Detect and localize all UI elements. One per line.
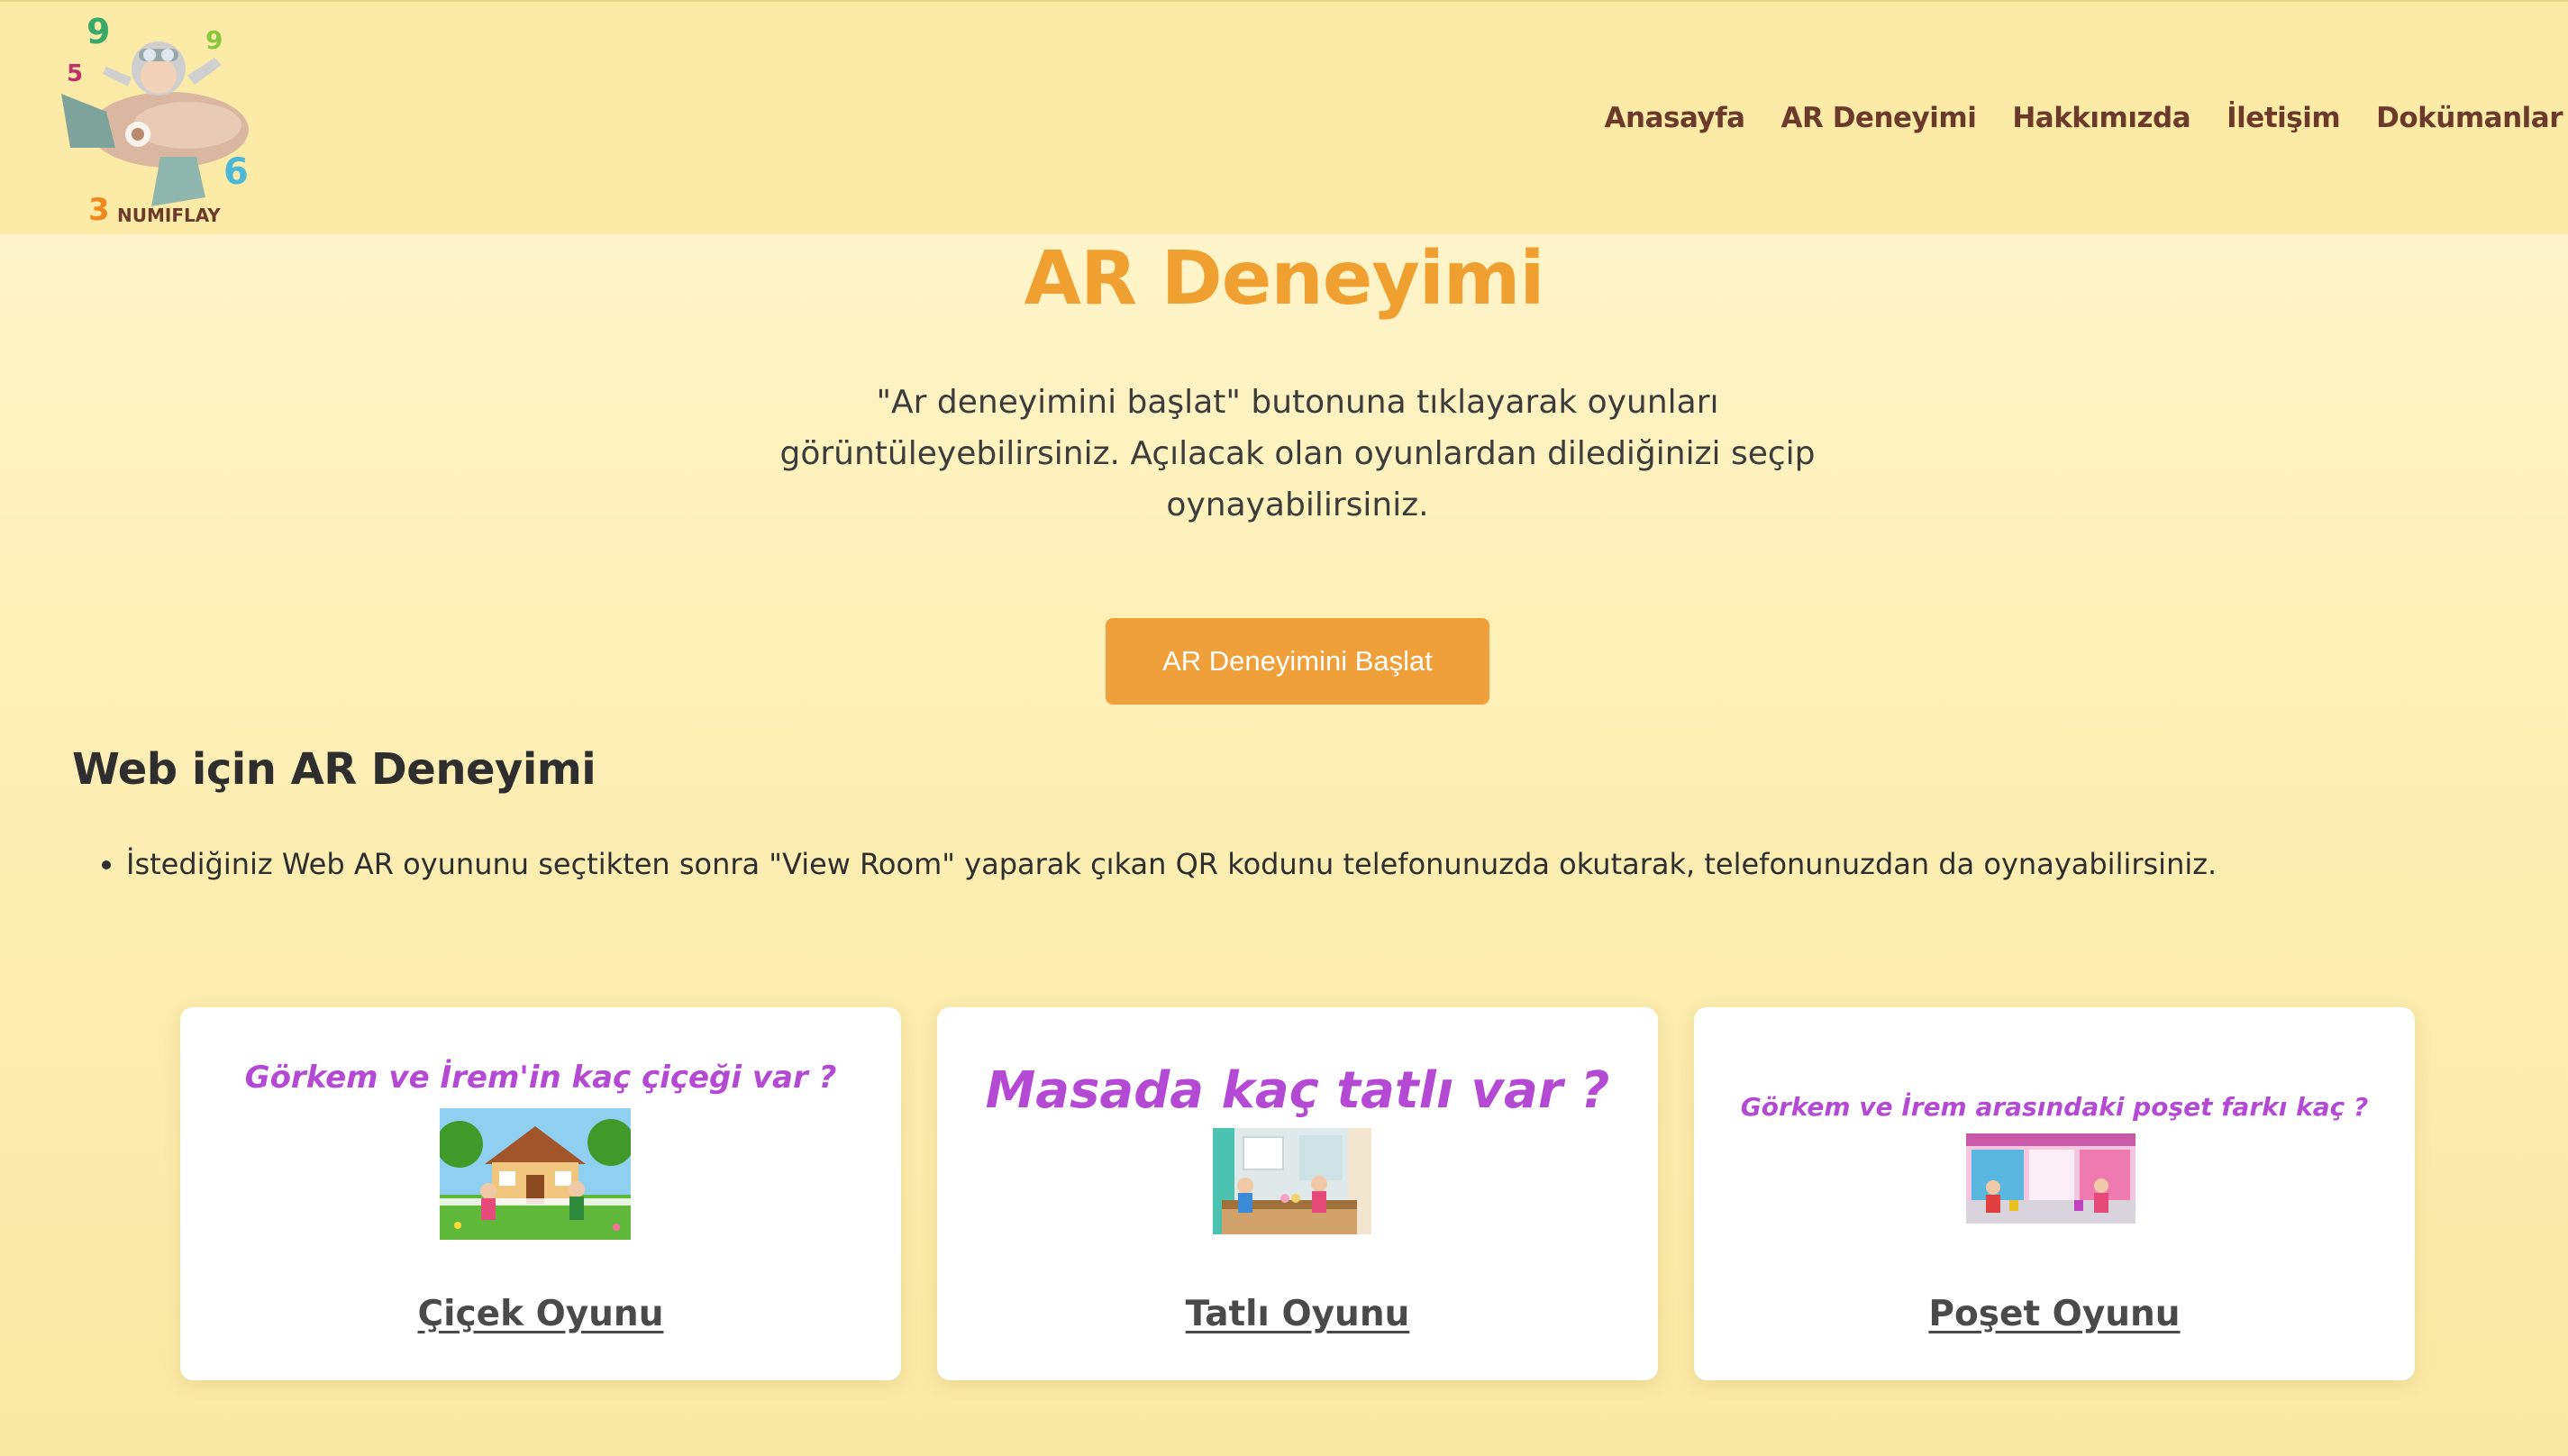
- svg-text:5: 5: [67, 60, 83, 87]
- svg-text:9: 9: [87, 13, 110, 51]
- flower-game-thumbnail[interactable]: [440, 1108, 631, 1240]
- card-caption: Görkem ve İrem'in kaç çiçeği var ?: [244, 1060, 837, 1096]
- bag-game-thumbnail[interactable]: [1966, 1133, 2135, 1224]
- web-ar-section-title: Web için AR Deneyimi: [72, 744, 596, 795]
- web-ar-instructions: İstediğiniz Web AR oyununu seçtikten son…: [126, 847, 2469, 881]
- card-caption: Masada kaç tatlı var ?: [985, 1061, 1610, 1120]
- main-nav: Anasayfa AR Deneyimi Hakkımızda İletişim…: [1605, 96, 2563, 141]
- site-header: 9 5 9 6 3 NUMIFLAY Anasayfa AR Deneyimi …: [0, 0, 2568, 234]
- nav-documents[interactable]: Dokümanlar: [2376, 102, 2563, 134]
- page-title: AR Deneyimi: [1024, 236, 1545, 322]
- nav-home[interactable]: Anasayfa: [1605, 102, 1746, 134]
- start-ar-button[interactable]: AR Deneyimini Başlat: [1106, 618, 1489, 705]
- intro-line-1: "Ar deneyimini başlat" butonuna tıklayar…: [876, 384, 1719, 421]
- dessert-game-thumbnail[interactable]: [1213, 1128, 1371, 1234]
- nav-ar-experience[interactable]: AR Deneyimi: [1781, 102, 1977, 134]
- intro-line-3: oynayabilirsiniz.: [1166, 487, 1429, 523]
- list-item: İstediğiniz Web AR oyununu seçtikten son…: [126, 847, 2469, 881]
- bag-game-link[interactable]: Poşet Oyunu: [1694, 1294, 2415, 1334]
- game-card-flower[interactable]: Görkem ve İrem'in kaç çiçeği var ? Çiçek…: [180, 1007, 901, 1380]
- numiflay-logo[interactable]: 9 5 9 6 3 NUMIFLAY: [52, 12, 269, 229]
- card-caption: Görkem ve İrem arasındaki poşet farkı ka…: [1740, 1092, 2369, 1122]
- svg-text:3: 3: [88, 192, 110, 228]
- nav-about[interactable]: Hakkımızda: [2012, 102, 2190, 134]
- svg-text:6: 6: [223, 151, 249, 193]
- dessert-game-link[interactable]: Tatlı Oyunu: [937, 1294, 1658, 1334]
- intro-text: "Ar deneyimini başlat" butonuna tıklayar…: [775, 377, 1820, 531]
- nav-contact[interactable]: İletişim: [2227, 102, 2341, 134]
- intro-line-2: görüntüleyebilirsiniz. Açılacak olan oyu…: [779, 435, 1816, 472]
- flower-game-link[interactable]: Çiçek Oyunu: [180, 1294, 901, 1334]
- svg-text:9: 9: [205, 25, 223, 55]
- logo-wordmark: NUMIFLAY: [117, 205, 221, 226]
- bag-game-card[interactable]: Görkem ve İrem arasındaki poşet farkı ka…: [1694, 1007, 2415, 1380]
- game-card-dessert[interactable]: Masada kaç tatlı var ? Tatlı Oyunu: [937, 1007, 1658, 1380]
